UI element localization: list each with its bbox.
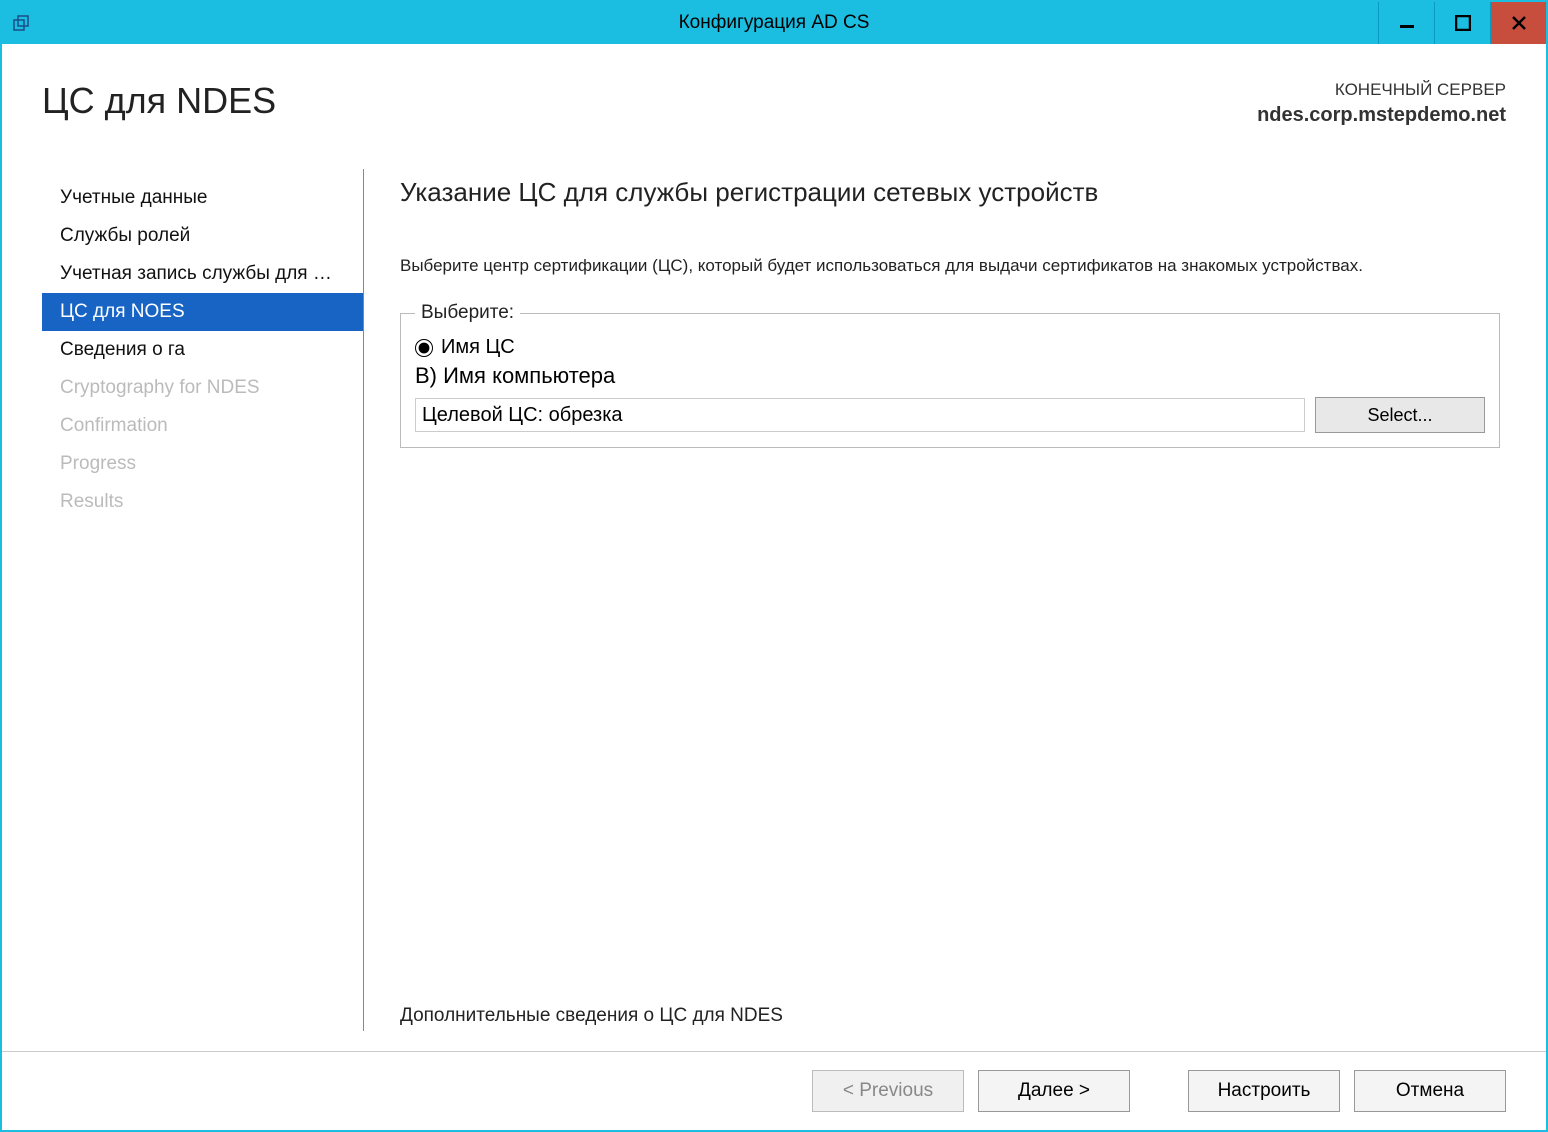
sidebar-item-credentials[interactable]: Учетные данные [42, 179, 363, 217]
page-title: ЦС для NDES [42, 80, 276, 127]
select-button[interactable]: Select... [1315, 397, 1485, 433]
sidebar-item-service-account[interactable]: Учетная запись службы для NOES [42, 255, 363, 293]
title-bar: Конфигурация AD CS [2, 2, 1546, 44]
body-row: Учетные данные Службы ролей Учетная запи… [42, 169, 1506, 1031]
sidebar-item-role-services[interactable]: Службы ролей [42, 217, 363, 255]
content-area: ЦС для NDES КОНЕЧНЫЙ СЕРВЕР ndes.corp.ms… [2, 44, 1546, 1051]
cancel-button[interactable]: Отмена [1354, 1070, 1506, 1112]
spacer [1144, 1070, 1174, 1112]
window-title: Конфигурация AD CS [679, 12, 870, 34]
next-button[interactable]: Далее > [978, 1070, 1130, 1112]
window-controls [1378, 2, 1546, 44]
close-button[interactable] [1490, 2, 1546, 44]
option-computer-name[interactable]: B) Имя компьютера [415, 363, 1485, 389]
target-row: Select... [415, 397, 1485, 433]
previous-button: < Previous [812, 1070, 964, 1112]
sidebar-item-confirmation: Confirmation [42, 407, 363, 445]
sidebar-item-progress: Progress [42, 445, 363, 483]
configure-button[interactable]: Настроить [1188, 1070, 1340, 1112]
header-row: ЦС для NDES КОНЕЧНЫЙ СЕРВЕР ndes.corp.ms… [42, 80, 1506, 127]
more-info-link[interactable]: Дополнительные сведения о ЦС для NDES [400, 1005, 1500, 1031]
radio-ca-name-label: Имя ЦС [441, 336, 515, 359]
sidebar-item-ra-info[interactable]: Сведения о га [42, 331, 363, 369]
sidebar-item-results: Results [42, 483, 363, 521]
maximize-button[interactable] [1434, 2, 1490, 44]
panel-heading: Указание ЦС для службы регистрации сетев… [400, 177, 1500, 208]
radio-ca-name-row[interactable]: Имя ЦС [415, 336, 1485, 359]
target-ca-input[interactable] [415, 398, 1305, 432]
main-panel: Указание ЦС для службы регистрации сетев… [364, 169, 1506, 1031]
app-icon [10, 11, 34, 35]
window: Конфигурация AD CS ЦС для NDES КОНЕЧНЫЙ … [0, 0, 1548, 1132]
sidebar: Учетные данные Службы ролей Учетная запи… [42, 169, 364, 1031]
panel-description: Выберите центр сертификации (ЦС), которы… [400, 256, 1500, 276]
group-legend: Выберите: [415, 302, 520, 324]
server-info: КОНЕЧНЫЙ СЕРВЕР ndes.corp.mstepdemo.net [1257, 80, 1506, 127]
selection-group: Выберите: Имя ЦС B) Имя компьютера Selec… [400, 302, 1500, 448]
server-name: ndes.corp.mstepdemo.net [1257, 104, 1506, 127]
server-label: КОНЕЧНЫЙ СЕРВЕР [1257, 80, 1506, 100]
sidebar-item-ca-for-noes[interactable]: ЦС для NOES [42, 293, 363, 331]
minimize-button[interactable] [1378, 2, 1434, 44]
sidebar-item-cryptography: Cryptography for NDES [42, 369, 363, 407]
footer: < Previous Далее > Настроить Отмена [2, 1051, 1546, 1130]
radio-ca-name[interactable] [415, 339, 433, 357]
